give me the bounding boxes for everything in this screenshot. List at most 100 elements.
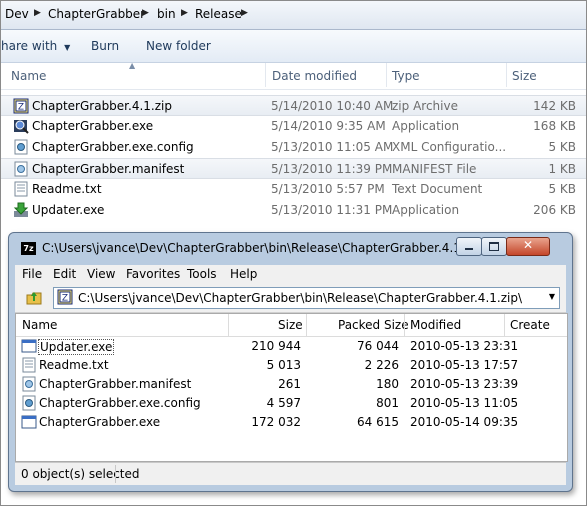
file-row[interactable]: ChapterGrabber.exe.config 5/13/2010 11:0… xyxy=(1,137,586,157)
share-with-button[interactable]: hare with ▼ xyxy=(1,39,70,53)
updater-icon xyxy=(13,202,29,217)
file-name: ChapterGrabber.exe xyxy=(32,119,154,133)
file-date: 5/14/2010 9:35 AM xyxy=(271,119,386,133)
minimize-button[interactable] xyxy=(456,237,482,256)
file-row[interactable]: ChapterGrabber.manifest 5/13/2010 11:39 … xyxy=(1,158,586,179)
file-size: 1 KB xyxy=(548,162,576,176)
manifest-file-icon xyxy=(14,161,28,177)
column-divider[interactable] xyxy=(386,63,387,87)
archive-row[interactable]: ChapterGrabber.exe.config 4 597 801 2010… xyxy=(16,394,567,413)
file-name: Updater.exe xyxy=(32,203,105,217)
file-type: zip Archive xyxy=(392,99,458,113)
column-divider[interactable] xyxy=(506,63,507,87)
file-row[interactable]: Updater.exe 5/13/2010 11:31 PM Applicati… xyxy=(1,200,586,220)
file-type: Application xyxy=(392,119,460,133)
7zip-app-icon: 7z xyxy=(21,242,36,255)
menu-file[interactable]: File xyxy=(22,267,42,281)
svg-text:Z: Z xyxy=(18,103,24,113)
menu-favorites[interactable]: Favorites xyxy=(126,267,180,281)
breadcrumb-chevron-icon[interactable]: ▶ xyxy=(241,8,248,18)
column-header-name[interactable]: Name xyxy=(11,69,46,83)
file-date: 5/13/2010 5:57 PM xyxy=(271,182,385,196)
column-divider[interactable] xyxy=(504,314,505,336)
column-divider[interactable] xyxy=(404,314,405,336)
window-title: C:\Users\jvance\Dev\ChapterGrabber\bin\R… xyxy=(42,241,486,255)
maximize-icon xyxy=(489,242,499,251)
menu-bar: File Edit View Favorites Tools Help xyxy=(15,265,566,284)
file-date: 5/14/2010 10:40 AM xyxy=(271,99,394,113)
file-type: MANIFEST File xyxy=(392,162,477,176)
burn-button[interactable]: Burn xyxy=(91,39,119,53)
archive-row[interactable]: Updater.exe 210 944 76 044 2010-05-13 23… xyxy=(16,337,567,356)
file-row[interactable]: Readme.txt 5/13/2010 5:57 PM Text Docume… xyxy=(1,179,586,199)
archive-row[interactable]: ChapterGrabber.exe 172 032 64 615 2010-0… xyxy=(16,413,567,432)
menu-edit[interactable]: Edit xyxy=(53,267,76,281)
file-size: 5 KB xyxy=(548,140,576,154)
status-text: 0 object(s) selected xyxy=(21,467,140,481)
column-header-size[interactable]: Size xyxy=(278,318,303,332)
dropdown-arrow-icon: ▼ xyxy=(64,43,71,52)
breadcrumb-chevron-icon[interactable]: ▶ xyxy=(142,8,149,18)
column-divider[interactable] xyxy=(228,314,229,336)
share-with-label: hare with xyxy=(1,39,58,53)
breadcrumb-bin[interactable]: bin xyxy=(157,7,176,21)
dropdown-arrow-icon[interactable]: ▼ xyxy=(549,292,555,301)
file-row[interactable]: ChapterGrabber.exe 5/14/2010 9:35 AM App… xyxy=(1,116,586,136)
file-size: 206 KB xyxy=(533,203,576,217)
archive-file-size: 210 944 xyxy=(251,339,301,353)
archive-packed-size: 2 226 xyxy=(364,358,399,372)
column-header-created[interactable]: Create xyxy=(510,318,550,332)
folder-up-icon[interactable] xyxy=(26,289,42,305)
column-header-modified[interactable]: Modified xyxy=(410,318,461,332)
archive-file-size: 261 xyxy=(278,377,301,391)
column-header-name[interactable]: Name xyxy=(22,318,57,332)
column-header-date[interactable]: Date modified xyxy=(272,69,357,83)
archive-file-list: Name Size Packed Size Modified Create Up… xyxy=(15,313,568,462)
column-header-packed-size[interactable]: Packed Size xyxy=(338,318,409,332)
archive-modified: 2010-05-14 09:35 xyxy=(410,415,519,429)
column-header-size[interactable]: Size xyxy=(512,69,537,83)
archive-packed-size: 801 xyxy=(376,396,399,410)
maximize-button[interactable] xyxy=(481,237,507,256)
breadcrumb-release[interactable]: Release xyxy=(195,7,242,21)
sort-ascending-icon: ▲ xyxy=(129,61,136,70)
archive-packed-size: 180 xyxy=(376,377,399,391)
zip-archive-icon: Z xyxy=(13,98,29,114)
breadcrumb-dev[interactable]: Dev xyxy=(5,7,29,21)
application-icon xyxy=(21,415,37,429)
file-type: Application xyxy=(392,203,460,217)
file-name: ChapterGrabber.4.1.zip xyxy=(32,99,172,113)
7zip-window: 7z C:\Users\jvance\Dev\ChapterGrabber\bi… xyxy=(8,232,573,492)
menu-view[interactable]: View xyxy=(87,267,115,281)
config-file-icon xyxy=(22,395,36,411)
menu-tools[interactable]: Tools xyxy=(187,267,217,281)
column-header-type[interactable]: Type xyxy=(392,69,420,83)
menu-help[interactable]: Help xyxy=(230,267,257,281)
column-divider[interactable] xyxy=(265,63,266,87)
new-folder-button[interactable]: New folder xyxy=(146,39,211,53)
breadcrumb-chevron-icon[interactable]: ▶ xyxy=(181,8,188,18)
minimize-icon xyxy=(465,248,473,250)
zip-archive-icon: Z xyxy=(57,289,73,305)
breadcrumb-chevron-icon[interactable]: ▶ xyxy=(34,8,41,18)
status-divider xyxy=(115,465,116,483)
archive-row[interactable]: Readme.txt 5 013 2 226 2010-05-13 17:57 xyxy=(16,356,567,375)
config-file-icon xyxy=(14,139,28,155)
archive-file-name: Readme.txt xyxy=(39,358,109,372)
archive-modified: 2010-05-13 23:39 xyxy=(410,377,519,391)
archive-modified: 2010-05-13 17:57 xyxy=(410,358,519,372)
column-divider[interactable] xyxy=(306,314,307,336)
path-input[interactable]: Z C:\Users\jvance\Dev\ChapterGrabber\bin… xyxy=(53,287,560,309)
archive-row[interactable]: ChapterGrabber.manifest 261 180 2010-05-… xyxy=(16,375,567,394)
breadcrumb-chaptergrabber[interactable]: ChapterGrabber xyxy=(48,7,145,21)
text-file-icon xyxy=(22,357,36,373)
archive-packed-size: 64 615 xyxy=(357,415,399,429)
file-size: 142 KB xyxy=(533,99,576,113)
file-type: XML Configuratio... xyxy=(392,140,507,154)
file-name: Readme.txt xyxy=(32,182,102,196)
address-bar[interactable]: Dev ▶ ChapterGrabber ▶ bin ▶ Release ▶ xyxy=(1,1,586,30)
file-size: 168 KB xyxy=(533,119,576,133)
file-row[interactable]: Z ChapterGrabber.4.1.zip 5/14/2010 10:40… xyxy=(1,95,586,116)
close-button[interactable]: ✕ xyxy=(506,237,550,256)
text-file-icon xyxy=(14,181,28,197)
